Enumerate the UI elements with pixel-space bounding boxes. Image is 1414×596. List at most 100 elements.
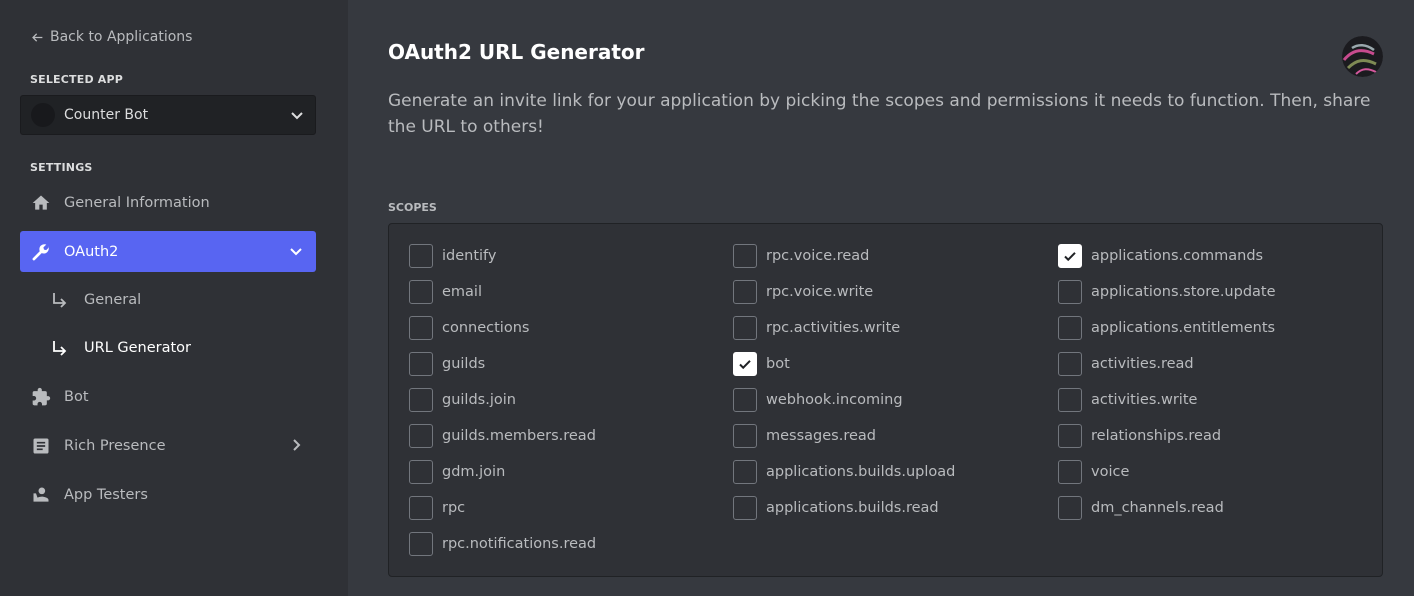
scope-gdm-join[interactable]: gdm.join bbox=[409, 459, 505, 485]
checkbox[interactable] bbox=[1058, 388, 1082, 412]
checkbox[interactable] bbox=[1058, 352, 1082, 376]
checkbox[interactable] bbox=[733, 496, 757, 520]
scope-label: email bbox=[442, 284, 482, 300]
checkbox[interactable] bbox=[1058, 280, 1082, 304]
checkbox[interactable] bbox=[733, 424, 757, 448]
sidebar-subitem-label: General bbox=[84, 292, 142, 308]
sidebar-item-app-testers[interactable]: App Testers bbox=[20, 474, 316, 515]
checkbox[interactable] bbox=[1058, 424, 1082, 448]
scope-activities-read[interactable]: activities.read bbox=[1058, 351, 1194, 377]
scope-label: relationships.read bbox=[1091, 428, 1222, 444]
avatar-image bbox=[1342, 36, 1383, 77]
arrow-left-icon bbox=[32, 32, 43, 42]
scope-applications-entitlements[interactable]: applications.entitlements bbox=[1058, 315, 1275, 341]
scope-label: messages.read bbox=[766, 428, 876, 444]
sidebar-item-oauth2[interactable]: OAuth2 bbox=[20, 231, 316, 272]
scope-rpc-voice-read[interactable]: rpc.voice.read bbox=[733, 243, 869, 269]
checkbox[interactable] bbox=[409, 388, 433, 412]
sidebar-subitem-general[interactable]: General bbox=[20, 280, 316, 320]
sidebar-item-label: Rich Presence bbox=[64, 437, 166, 454]
scope-activities-write[interactable]: activities.write bbox=[1058, 387, 1197, 413]
scope-guilds[interactable]: guilds bbox=[409, 351, 485, 377]
checkbox[interactable] bbox=[733, 388, 757, 412]
sidebar-subitem-url-generator[interactable]: URL Generator bbox=[20, 328, 316, 368]
settings-heading: SETTINGS bbox=[30, 161, 93, 174]
sidebar-item-general-information[interactable]: General Information bbox=[20, 182, 316, 223]
app-selector[interactable]: Counter Bot bbox=[20, 95, 316, 135]
chevron-right-icon bbox=[293, 439, 301, 451]
checkbox[interactable] bbox=[409, 352, 433, 376]
checkbox[interactable] bbox=[409, 460, 433, 484]
checkbox[interactable] bbox=[409, 532, 433, 556]
selected-app-heading: SELECTED APP bbox=[30, 73, 124, 86]
scope-email[interactable]: email bbox=[409, 279, 482, 305]
scope-label: webhook.incoming bbox=[766, 392, 903, 408]
checkbox[interactable] bbox=[733, 244, 757, 268]
wrench-icon bbox=[30, 241, 52, 263]
sidebar-subitem-label: URL Generator bbox=[84, 340, 192, 356]
document-icon bbox=[30, 435, 52, 457]
scope-rpc[interactable]: rpc bbox=[409, 495, 465, 521]
back-to-applications-link[interactable]: Back to Applications bbox=[31, 27, 192, 47]
checkmark-icon bbox=[1064, 252, 1076, 262]
home-icon bbox=[30, 192, 52, 214]
scope-identify[interactable]: identify bbox=[409, 243, 497, 269]
subitem-arrow-icon bbox=[53, 293, 67, 308]
scope-label: rpc.voice.write bbox=[766, 284, 874, 300]
scope-label: applications.builds.upload bbox=[766, 464, 956, 480]
scope-relationships-read[interactable]: relationships.read bbox=[1058, 423, 1221, 449]
sidebar-item-bot[interactable]: Bot bbox=[20, 376, 316, 417]
checkbox[interactable] bbox=[733, 280, 757, 304]
app-selector-label: Counter Bot bbox=[64, 107, 149, 123]
chevron-down-icon bbox=[291, 112, 303, 120]
scope-label: applications.commands bbox=[1091, 248, 1264, 264]
checkbox[interactable] bbox=[733, 316, 757, 340]
scope-label: identify bbox=[442, 248, 497, 264]
checkmark-icon bbox=[739, 360, 751, 370]
chevron-down-icon bbox=[290, 248, 302, 256]
app-avatar bbox=[31, 103, 55, 127]
checkbox[interactable] bbox=[733, 460, 757, 484]
scope-label: applications.builds.read bbox=[766, 500, 939, 516]
scope-messages-read[interactable]: messages.read bbox=[733, 423, 876, 449]
sidebar-item-label: General Information bbox=[64, 194, 210, 211]
scope-bot[interactable]: bot bbox=[733, 351, 790, 377]
scope-label: guilds.members.read bbox=[442, 428, 596, 444]
page-description: Generate an invite link for your applica… bbox=[388, 91, 1371, 137]
scope-guilds-members-read[interactable]: guilds.members.read bbox=[409, 423, 596, 449]
puzzle-icon bbox=[30, 386, 52, 408]
checkbox[interactable] bbox=[409, 280, 433, 304]
checkbox[interactable] bbox=[409, 424, 433, 448]
scope-voice[interactable]: voice bbox=[1058, 459, 1129, 485]
scope-webhook-incoming[interactable]: webhook.incoming bbox=[733, 387, 903, 413]
checkbox[interactable] bbox=[1058, 496, 1082, 520]
scope-applications-builds-read[interactable]: applications.builds.read bbox=[733, 495, 939, 521]
scope-label: activities.read bbox=[1091, 356, 1194, 372]
scope-rpc-activities-write[interactable]: rpc.activities.write bbox=[733, 315, 900, 341]
scope-connections[interactable]: connections bbox=[409, 315, 529, 341]
scopes-heading: SCOPES bbox=[388, 201, 437, 214]
scope-applications-store-update[interactable]: applications.store.update bbox=[1058, 279, 1276, 305]
sidebar-item-rich-presence[interactable]: Rich Presence bbox=[20, 425, 316, 466]
scope-label: guilds.join bbox=[442, 392, 516, 408]
scope-dm-channels-read[interactable]: dm_channels.read bbox=[1058, 495, 1224, 521]
checkbox[interactable] bbox=[409, 244, 433, 268]
scope-applications-commands[interactable]: applications.commands bbox=[1058, 243, 1263, 269]
checkbox[interactable] bbox=[1058, 244, 1082, 268]
scope-label: bot bbox=[766, 356, 790, 372]
sidebar-item-label: App Testers bbox=[64, 486, 148, 503]
scope-rpc-voice-write[interactable]: rpc.voice.write bbox=[733, 279, 873, 305]
checkbox[interactable] bbox=[1058, 460, 1082, 484]
checkbox[interactable] bbox=[1058, 316, 1082, 340]
scope-applications-builds-upload[interactable]: applications.builds.upload bbox=[733, 459, 955, 485]
checkbox[interactable] bbox=[409, 496, 433, 520]
scope-label: guilds bbox=[442, 356, 486, 372]
sidebar-item-label: OAuth2 bbox=[64, 243, 119, 260]
user-avatar[interactable] bbox=[1342, 36, 1383, 77]
scope-label: connections bbox=[442, 320, 530, 336]
scope-guilds-join[interactable]: guilds.join bbox=[409, 387, 516, 413]
checkbox[interactable] bbox=[409, 316, 433, 340]
scope-rpc-notifications-read[interactable]: rpc.notifications.read bbox=[409, 531, 596, 557]
sidebar: Back to Applications SELECTED APP Counte… bbox=[0, 0, 348, 596]
checkbox[interactable] bbox=[733, 352, 757, 376]
